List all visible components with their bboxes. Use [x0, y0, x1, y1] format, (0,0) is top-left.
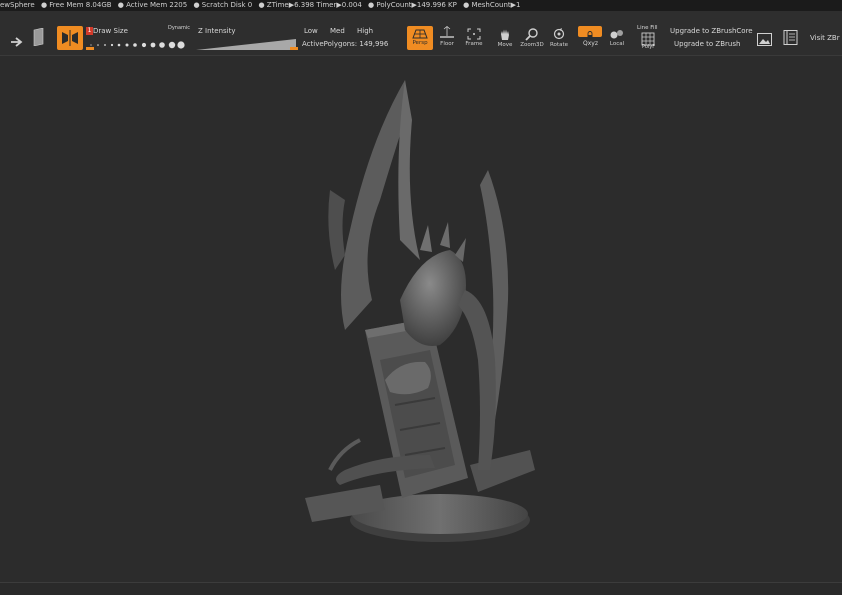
- rotate-button[interactable]: Rotate: [548, 28, 570, 48]
- symmetry-icon: [62, 30, 78, 46]
- dragon-sculpt-model: [305, 80, 535, 542]
- symmetry-button[interactable]: [57, 26, 83, 50]
- low-res-button[interactable]: Low: [304, 27, 318, 35]
- book-icon[interactable]: [783, 30, 798, 49]
- zoom-magnifier-icon: [525, 28, 538, 41]
- frame-icon: [467, 28, 481, 40]
- upgrade-zbrushcore-link[interactable]: Upgrade to ZBrushCore: [670, 27, 753, 35]
- rotate-label: Rotate: [549, 42, 568, 48]
- persp-button[interactable]: Persp: [407, 26, 433, 50]
- perspective-grid-icon: [412, 29, 428, 39]
- local-button[interactable]: Local: [606, 29, 628, 47]
- zoom3d-button[interactable]: Zoom3D: [520, 28, 544, 48]
- persp-label: Persp: [412, 40, 428, 46]
- draw-size-badge: 1: [86, 27, 93, 35]
- hand-icon: [501, 29, 509, 40]
- floor-label: Floor: [440, 41, 454, 47]
- move-label: Move: [497, 42, 513, 48]
- local-symmetry-icon: [610, 30, 623, 39]
- rotate-icon: [553, 28, 565, 40]
- high-res-button[interactable]: High: [357, 27, 373, 35]
- status-tool-name: ewSphere: [0, 1, 35, 9]
- xyz-button[interactable]: [578, 26, 602, 39]
- upgrade-zbrush-link[interactable]: Upgrade to ZBrush: [674, 40, 740, 48]
- z-intensity-label: Z Intensity: [198, 27, 236, 35]
- arrow-right-icon[interactable]: [10, 32, 24, 51]
- z-intensity-slider[interactable]: [196, 37, 298, 56]
- status-polycount: ● PolyCount▶149.996 KP: [368, 1, 457, 9]
- canvas-viewport[interactable]: [0, 56, 842, 582]
- draw-size-label: Draw Size: [93, 27, 128, 35]
- status-active-mem: ● Active Mem 2205: [117, 1, 188, 9]
- floor-icon: [440, 26, 454, 38]
- z-intensity-slider-handle[interactable]: [290, 47, 298, 50]
- active-polygons-readout: ActivePolygons: 149,996: [302, 40, 389, 48]
- frame-label: Frame: [465, 41, 483, 47]
- top-toolbar: 1 Draw Size Dynamic Z Intensity Low Med …: [0, 11, 842, 56]
- image-icon[interactable]: [757, 31, 772, 50]
- dynamic-label[interactable]: Dynamic: [168, 25, 190, 31]
- status-bar: ewSphere ● Free Mem 8.04GB ● Active Mem …: [0, 0, 842, 11]
- local-label: Local: [609, 41, 625, 47]
- status-scratch-disk: ● Scratch Disk 0: [193, 1, 253, 9]
- med-res-button[interactable]: Med: [330, 27, 345, 35]
- status-ztime: ● ZTime▶6.398 Timer▶0.004: [258, 1, 362, 9]
- visit-zbrush-link[interactable]: Visit ZBr: [810, 34, 840, 42]
- xyz-label: Qxyz: [583, 40, 598, 47]
- status-free-mem: ● Free Mem 8.04GB: [40, 1, 112, 9]
- document-icon[interactable]: [32, 27, 45, 50]
- draw-size-slider[interactable]: [86, 36, 186, 49]
- floor-button[interactable]: Floor: [437, 26, 457, 47]
- status-meshcount: ● MeshCount▶1: [463, 1, 521, 9]
- polyf-label: PolyF: [642, 44, 656, 50]
- frame-button[interactable]: Frame: [463, 28, 485, 47]
- move-button[interactable]: Move: [494, 28, 516, 48]
- bottom-bar: [0, 583, 842, 595]
- zoom3d-label: Zoom3D: [520, 42, 544, 48]
- draw-size-slider-handle[interactable]: [86, 47, 94, 50]
